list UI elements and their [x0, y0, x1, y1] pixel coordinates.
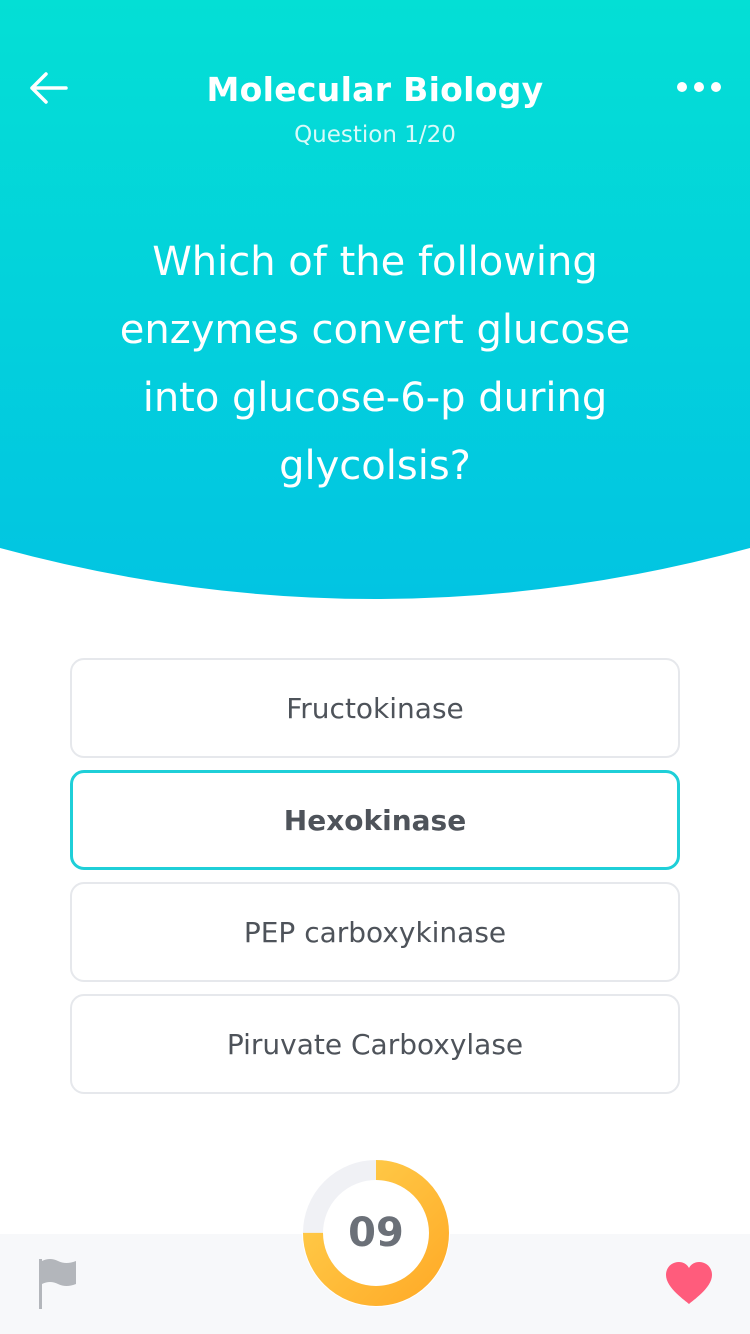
favorite-button[interactable]	[662, 1258, 716, 1308]
heart-icon	[666, 1262, 712, 1304]
answer-label: Fructokinase	[286, 691, 464, 725]
answer-label: Hexokinase	[283, 803, 467, 837]
answer-option[interactable]: PEP carboxykinase	[70, 882, 680, 982]
question-text: Which of the following enzymes convert g…	[119, 239, 631, 489]
more-options-button[interactable]	[674, 72, 724, 102]
flag-icon	[39, 1259, 76, 1309]
answer-label: Piruvate Carboxylase	[226, 1027, 524, 1061]
timer-value: 09	[348, 1210, 404, 1256]
report-flag-button[interactable]	[36, 1256, 82, 1312]
answer-option[interactable]: Piruvate Carboxylase	[70, 994, 680, 1094]
answer-option-selected[interactable]: Hexokinase	[70, 770, 680, 870]
answer-option[interactable]: Fructokinase	[70, 658, 680, 758]
question-counter: Question 1/20	[294, 122, 456, 148]
more-horizontal-icon	[677, 82, 721, 92]
answer-list: Fructokinase Hexokinase PEP carboxykinas…	[70, 658, 680, 1106]
page-title: Molecular Biology	[206, 70, 544, 109]
countdown-timer: 09	[301, 1158, 451, 1308]
answer-label: PEP carboxykinase	[243, 915, 507, 949]
